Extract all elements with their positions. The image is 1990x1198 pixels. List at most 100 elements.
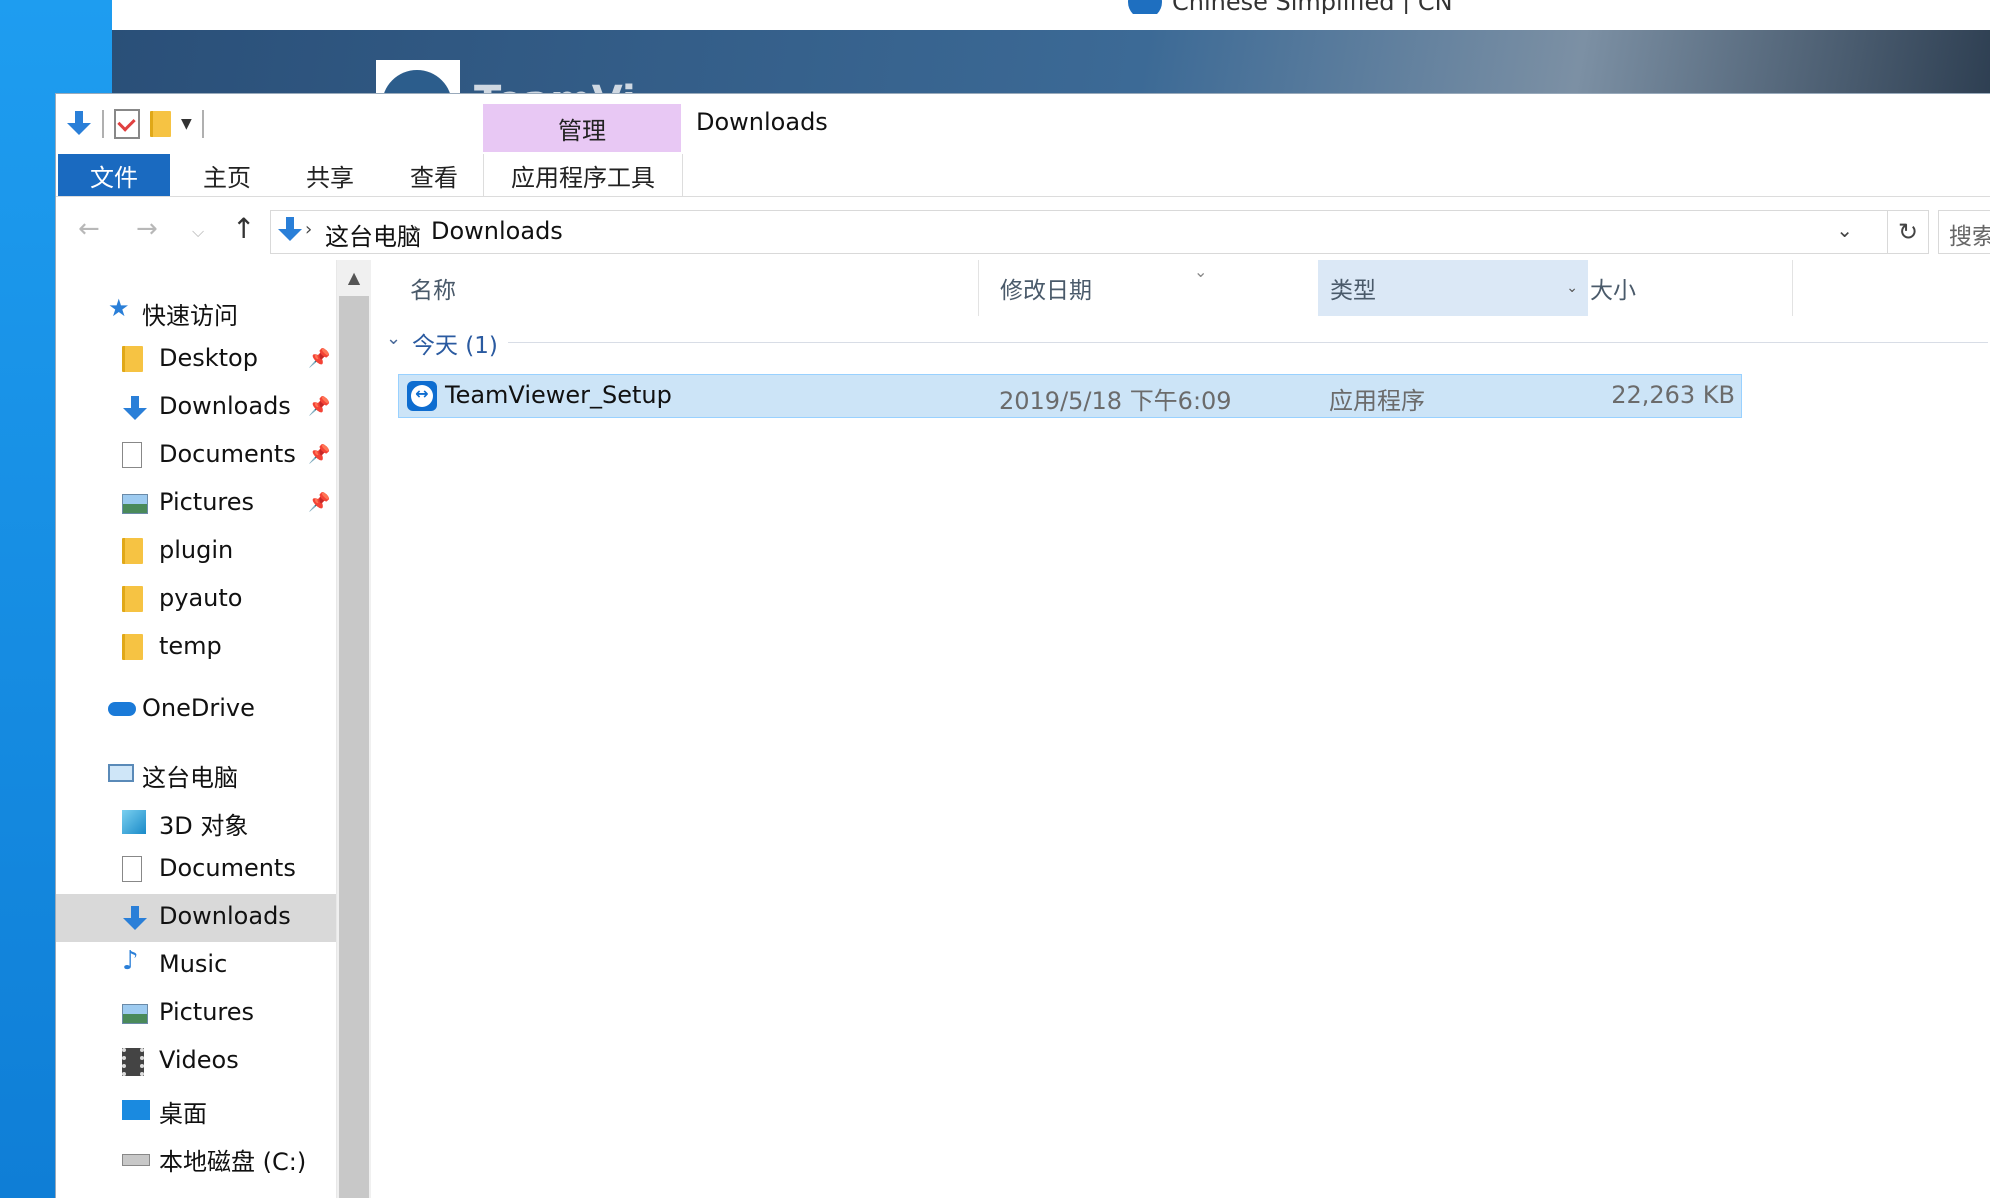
ribbon-tabs: 文件 主页 共享 查看 应用程序工具 [56,154,1990,196]
language-label: Chinese Simplified | CN [1172,0,1453,14]
nav-item-downloads[interactable]: Downloads [56,894,336,942]
desktop-icon [122,1100,150,1120]
up-arrow-icon[interactable]: ↑ [232,212,255,245]
cloud-icon [108,702,136,716]
cube-icon [122,810,146,834]
nav-item-desktop-pc[interactable]: 桌面 [56,1086,336,1134]
folder-icon [122,346,148,374]
tab-view[interactable]: 查看 [388,154,480,196]
toolbar-separator [201,110,204,138]
dropdown-icon[interactable]: ▼ [181,116,192,132]
nav-pane-scrollbar[interactable]: ▲ [336,260,371,1198]
nav-item-pictures-quick[interactable]: Pictures 📌 [56,480,336,528]
document-icon [122,856,142,882]
nav-item-plugin[interactable]: plugin [56,528,336,576]
breadcrumb-chevron-icon[interactable]: › [305,219,312,240]
sort-indicator-icon: ⌄ [1194,262,1208,281]
chevron-down-icon[interactable]: ⌵ [192,222,204,242]
back-arrow-icon[interactable]: ← [78,214,100,244]
music-icon: ♪ [122,946,139,976]
chevron-down-icon[interactable]: ⌄ [386,328,401,349]
ribbon-divider [56,196,1990,197]
folder-icon [122,586,148,614]
pin-icon[interactable]: 📌 [308,348,330,369]
search-input[interactable]: 搜索"Downloads" [1938,210,1990,254]
down-arrow-icon[interactable] [66,109,92,139]
chevron-down-icon[interactable]: ⌄ [1566,280,1578,296]
nav-item-downloads-quick[interactable]: Downloads 📌 [56,384,336,432]
file-row[interactable]: TeamViewer_Setup 2019/5/18 下午6:09 应用程序 2… [398,374,1742,418]
star-icon: ★ [108,294,130,322]
file-list-pane: ⌄ 名称 修改日期 类型 ⌄ 大小 ⌄ 今天 (1) TeamViewer_Se… [374,260,1990,1198]
window-title: Downloads [696,108,828,136]
scrollbar-thumb[interactable] [339,296,369,1198]
navigation-pane: ★ 快速访问 Desktop 📌 Downloads 📌 Documents 📌… [56,260,336,1198]
group-header[interactable]: ⌄ 今天 (1) [386,326,1988,359]
forward-arrow-icon[interactable]: → [136,214,158,244]
file-explorer-window: ▼ 管理 Downloads 文件 主页 共享 查看 应用程序工具 ← → ⌵ … [56,94,1990,1198]
nav-item-music[interactable]: ♪ Music [56,942,336,990]
pin-icon[interactable]: 📌 [308,492,330,513]
tab-manage[interactable]: 管理 [483,104,681,152]
title-bar: ▼ 管理 Downloads [56,94,1990,154]
group-label: 今天 (1) [412,333,498,359]
tab-share[interactable]: 共享 [284,154,376,196]
tab-home[interactable]: 主页 [181,154,273,196]
breadcrumb-this-pc[interactable]: 这台电脑 [325,217,421,252]
download-icon [277,215,303,245]
download-icon [122,904,148,932]
column-header-size[interactable]: 大小 [1590,260,1636,316]
nav-item-videos[interactable]: Videos [56,1038,336,1086]
address-bar[interactable]: › 这台电脑 › Downloads ⌄ [270,210,1888,254]
group-divider [508,342,1988,343]
chevron-down-icon[interactable]: ⌄ [1836,218,1853,242]
nav-item-documents-quick[interactable]: Documents 📌 [56,432,336,480]
globe-icon [1128,0,1162,14]
folder-icon [122,538,148,566]
background-window-topbar [112,0,1990,30]
column-header-type-label: 类型 [1330,278,1376,304]
breadcrumb-chevron-icon[interactable]: › [413,219,420,240]
nav-item-documents[interactable]: Documents [56,846,336,894]
column-header-type[interactable]: 类型 ⌄ [1318,260,1588,316]
column-header-name[interactable]: 名称 [410,260,456,316]
nav-quick-access[interactable]: ★ 快速访问 [56,288,336,336]
column-divider[interactable] [978,260,979,316]
nav-item-local-disk[interactable]: 本地磁盘 (C:) [56,1134,336,1182]
refresh-icon[interactable]: ↻ [1888,210,1929,254]
download-icon [122,394,148,422]
file-size: 22,263 KB [1611,381,1735,409]
pin-icon[interactable]: 📌 [308,444,330,465]
folder-icon [122,634,148,662]
pin-icon[interactable]: 📌 [308,396,330,417]
tab-file[interactable]: 文件 [58,154,170,196]
column-header-date[interactable]: 修改日期 [1000,260,1092,316]
properties-icon[interactable] [114,109,140,139]
column-headers: ⌄ 名称 修改日期 类型 ⌄ 大小 [374,260,1990,316]
file-name: TeamViewer_Setup [445,381,672,409]
nav-this-pc[interactable]: 这台电脑 [56,750,336,798]
drive-icon [122,1154,150,1166]
nav-item-desktop[interactable]: Desktop 📌 [56,336,336,384]
column-divider[interactable] [1792,260,1793,316]
search-placeholder: 搜索"Downloads" [1949,224,1990,250]
new-folder-icon[interactable] [150,111,171,137]
quick-access-toolbar: ▼ [66,108,204,140]
toolbar-separator [102,110,104,138]
nav-item-3d-objects[interactable]: 3D 对象 [56,798,336,846]
nav-item-pictures[interactable]: Pictures [56,990,336,1038]
picture-icon [122,1004,148,1024]
nav-item-temp[interactable]: temp [56,624,336,672]
teamviewer-icon [407,381,437,411]
navigation-row: ← → ⌵ ↑ › 这台电脑 › Downloads ⌄ ↻ 搜索"Downlo… [56,210,1990,254]
nav-item-pyauto[interactable]: pyauto [56,576,336,624]
file-date: 2019/5/18 下午6:09 [999,387,1232,415]
picture-icon [122,494,148,514]
scroll-up-icon[interactable]: ▲ [337,260,371,294]
nav-onedrive[interactable]: OneDrive [56,686,336,734]
breadcrumb-downloads[interactable]: Downloads [431,217,563,245]
language-selector[interactable]: Chinese Simplified | CN [1128,0,1453,14]
tab-application-tools[interactable]: 应用程序工具 [483,154,683,196]
document-icon [122,442,142,468]
file-type: 应用程序 [1329,387,1425,415]
